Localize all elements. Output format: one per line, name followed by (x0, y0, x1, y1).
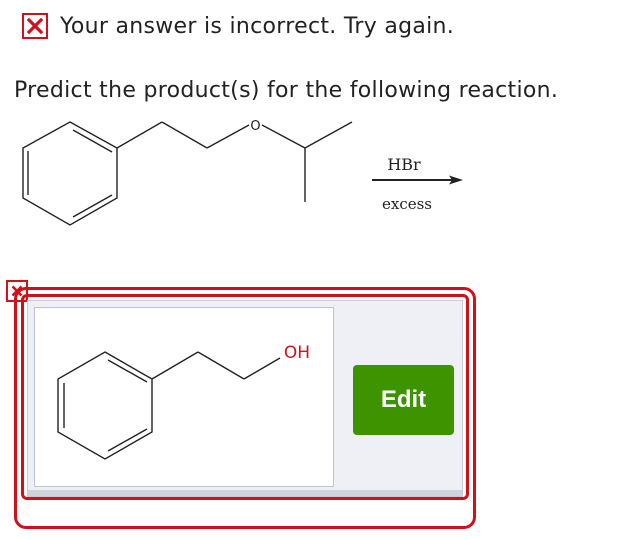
reaction-arrow (372, 175, 463, 185)
answer-frame: OH Edit (21, 294, 469, 500)
product-drawing[interactable]: OH (34, 307, 334, 487)
condition-label: excess (382, 195, 432, 213)
reactant-structure (22, 121, 353, 226)
x-mark-icon (22, 13, 48, 39)
product-hydroxyl-label: OH (284, 343, 310, 363)
answer-panel: OH Edit (27, 300, 463, 497)
answer-area: OH Edit (14, 287, 476, 529)
question-prompt: Predict the product(s) for the following… (14, 78, 559, 103)
panel-footer (28, 490, 462, 496)
product-structure: OH (57, 343, 310, 460)
edit-button[interactable]: Edit (353, 365, 454, 435)
reaction-scheme: O HBr excess (22, 119, 463, 226)
feedback-message: Your answer is incorrect. Try again. (22, 10, 454, 42)
feedback-text: Your answer is incorrect. Try again. (60, 13, 455, 39)
reagent-label: HBr (387, 155, 421, 174)
reactant-oxygen-label: O (250, 119, 260, 134)
